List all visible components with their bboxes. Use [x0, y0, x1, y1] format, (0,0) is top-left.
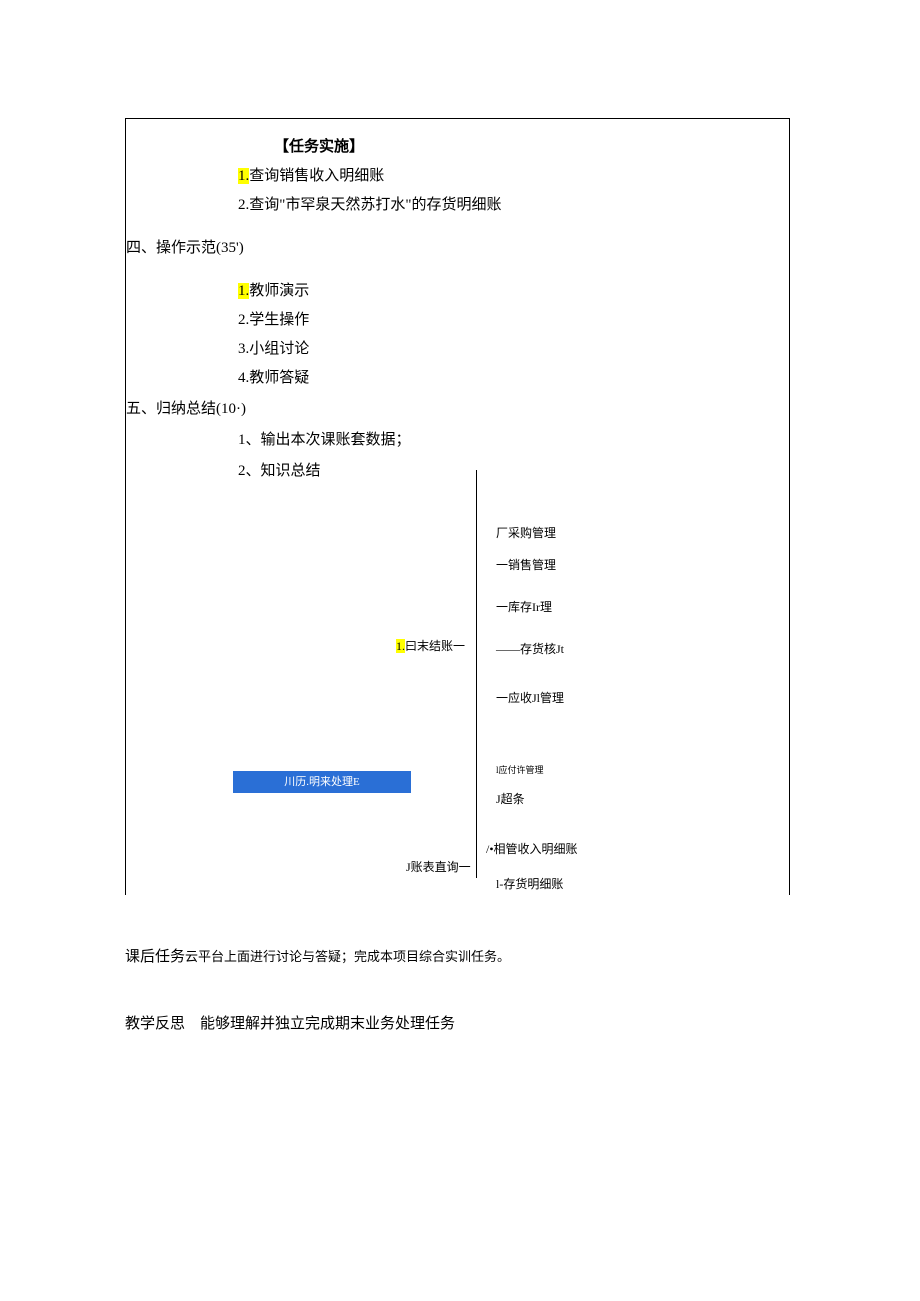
op-3: 3.小组讨论 — [238, 337, 789, 358]
node-chaotiao: J超条 — [496, 790, 525, 807]
main-content-cell: 【任务实施】 1.查询销售收入明细账 2.查询"市罕泉天然苏打水"的存货明细账 … — [125, 118, 790, 895]
task-1-num: 1. — [238, 168, 249, 184]
section-4-label: 四、操作示范(35') — [126, 240, 244, 256]
teaching-reflection-row: 教学反思 能够理解并独立完成期末业务处理任务 — [125, 1012, 790, 1033]
node-blue-box: 川历.明来处理E — [233, 771, 411, 793]
node-jiezhang: 1.曰末结账一 — [396, 637, 465, 654]
section-5: 五、归纳总结(10·) — [126, 397, 789, 418]
teaching-reflection-label: 教学反思 — [125, 1012, 185, 1033]
node-yingfu: l应付许管理 — [496, 763, 544, 776]
op-4: 4.教师答疑 — [238, 366, 789, 387]
after-class-task-row: 课后任务云平台上面进行讨论与答疑；完成本项目综合实训任务。 — [125, 945, 790, 966]
after-class-task-text: 云平台上面进行讨论与答疑；完成本项目综合实训任务。 — [185, 946, 510, 965]
node-cunhuomx: l-存货明细账 — [496, 875, 563, 892]
op-1: 1.教师演示 — [238, 279, 789, 300]
node-jiezhang-num: 1. — [396, 639, 405, 653]
op-1-text: 教师演示 — [249, 283, 309, 299]
lesson-content: 【任务实施】 1.查询销售收入明细账 2.查询"市罕泉天然苏打水"的存货明细账 … — [126, 119, 789, 895]
task-impl-header: 【任务实施】 — [274, 135, 789, 156]
op-1-num: 1. — [238, 283, 249, 299]
node-kucun: 一库存Ir理 — [496, 598, 552, 615]
knowledge-diagram: 厂采购管理 一销售管理 一库存Ir理 1.曰末结账一 ——存货核Jt 一应收Jl… — [126, 490, 776, 895]
teaching-reflection-text: 能够理解并独立完成期末业务处理任务 — [200, 1012, 455, 1033]
task-1-text: 查询销售收入明细账 — [249, 168, 384, 184]
task-1: 1.查询销售收入明细账 — [238, 164, 789, 185]
node-xiangguan: /•相管收入明细账 — [486, 840, 578, 857]
diagram-vline — [476, 470, 477, 878]
summary-2: 2、知识总结 — [238, 459, 789, 480]
node-caigou: 厂采购管理 — [496, 524, 556, 541]
section-4: 四、操作示范(35') — [126, 236, 789, 257]
summary-1: 1、输出本次课账套数据； — [238, 428, 789, 449]
op-2: 2.学生操作 — [238, 308, 789, 329]
node-xiaoshou: 一销售管理 — [496, 556, 556, 573]
task-2: 2.查询"市罕泉天然苏打水"的存货明细账 — [238, 193, 789, 214]
node-cunhuohe: ——存货核Jt — [496, 640, 564, 657]
node-jiezhang-text: 曰末结账一 — [405, 639, 465, 653]
footer-area: 课后任务云平台上面进行讨论与答疑；完成本项目综合实训任务。 教学反思 能够理解并… — [125, 945, 790, 1033]
after-class-task-label: 课后任务 — [125, 945, 185, 966]
node-yingshou: 一应收Jl管理 — [496, 689, 564, 706]
node-zhangbiao: J账表直询一 — [406, 858, 471, 875]
section-5-label: 五、归纳总结(10·) — [126, 401, 246, 417]
